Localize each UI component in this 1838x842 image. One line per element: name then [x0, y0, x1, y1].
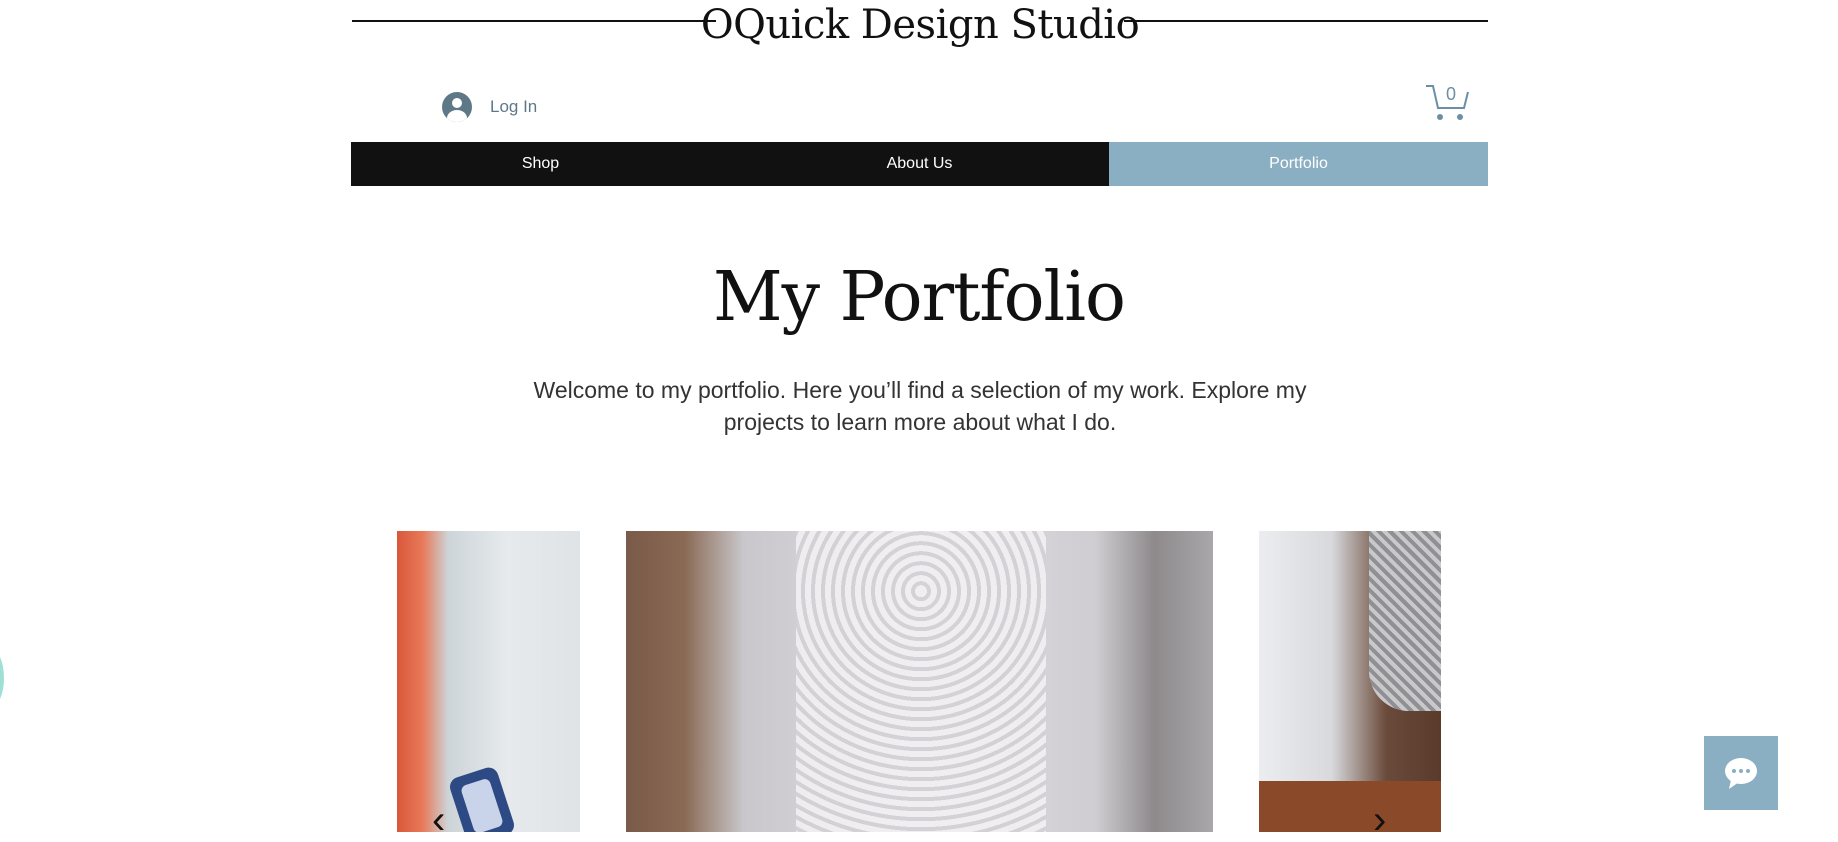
login-button[interactable]: Log In [442, 92, 537, 122]
site-title[interactable]: OQuick Design Studio [700, 2, 1140, 48]
nav-portfolio[interactable]: Portfolio [1109, 142, 1488, 186]
intro-line-2: projects to learn more about what I do. [723, 409, 1117, 435]
main-nav: Shop About Us Portfolio [351, 142, 1488, 186]
nav-shop[interactable]: Shop [351, 142, 730, 186]
intro-text: Welcome to my portfolio. Here you’ll fin… [500, 374, 1340, 438]
gallery-image-right[interactable] [1259, 531, 1441, 832]
chat-button[interactable] [1704, 736, 1778, 810]
gallery-next-arrow[interactable]: › [1373, 800, 1386, 840]
intro-line-1: Welcome to my portfolio. Here you’ll fin… [533, 377, 1307, 403]
page-title: My Portfolio [713, 258, 1126, 337]
avatar-icon [442, 92, 472, 122]
chat-icon [1725, 758, 1757, 789]
gallery-image-center[interactable] [626, 531, 1213, 832]
login-label: Log In [490, 97, 538, 116]
title-rule-right [1124, 20, 1488, 22]
title-rule-left [352, 20, 716, 22]
nav-about-us[interactable]: About Us [730, 142, 1109, 186]
side-widget-tab[interactable] [0, 648, 4, 708]
cart-count: 0 [1446, 84, 1457, 104]
gallery-prev-arrow[interactable]: ‹ [432, 800, 445, 840]
gallery-image-left[interactable] [397, 531, 580, 832]
